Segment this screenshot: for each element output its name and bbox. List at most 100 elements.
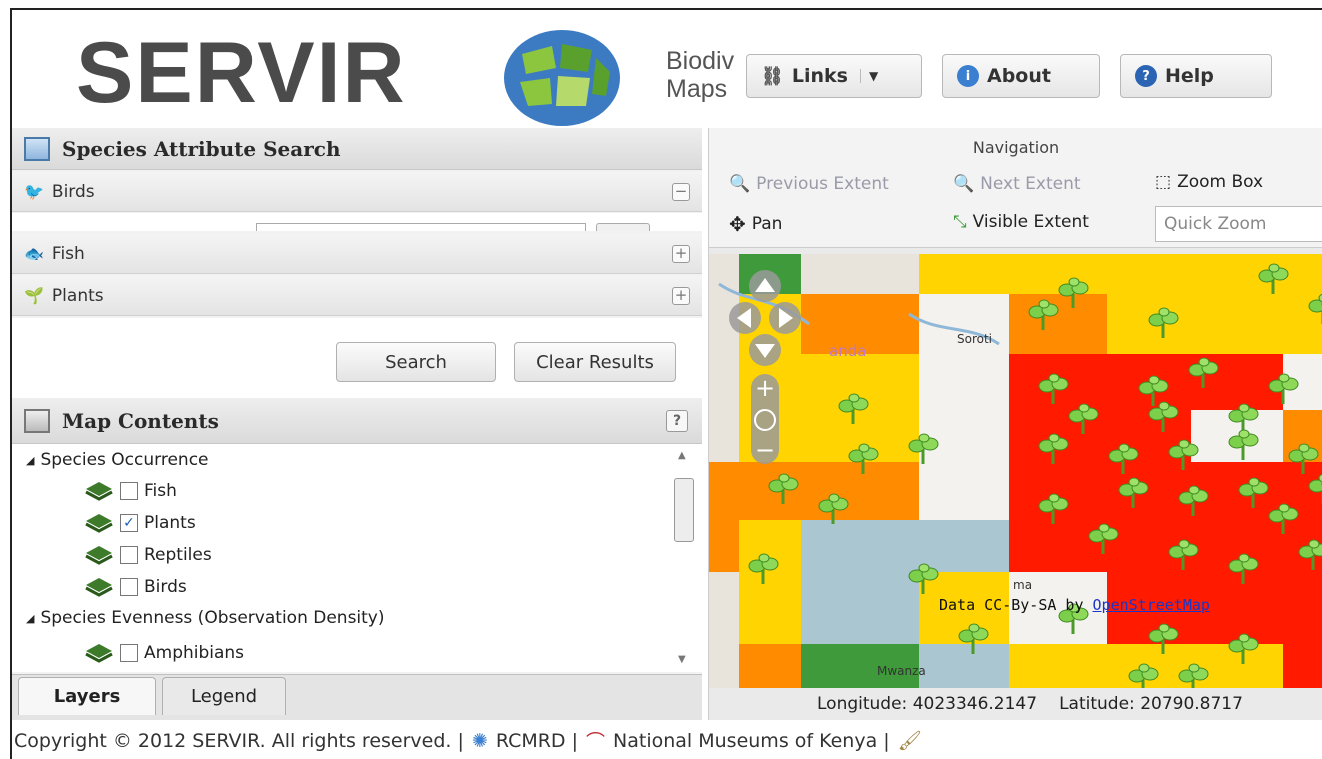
scroll-up-icon[interactable]: ▲ xyxy=(678,450,686,461)
expand-icon[interactable]: + xyxy=(672,286,690,305)
navigation-toolbar: Navigation 🔍 Previous Extent 🔍 Next Exte… xyxy=(709,128,1322,248)
layer-plants[interactable]: ✓ Plants xyxy=(84,512,196,534)
plant-icon: 🌱 xyxy=(24,286,44,305)
map-grid-cell xyxy=(801,520,919,572)
scroll-down-icon[interactable]: ▼ xyxy=(678,654,686,665)
layer-fish[interactable]: Fish xyxy=(84,480,177,502)
layer-amphibians[interactable]: Amphibians xyxy=(84,642,244,664)
layer-checkbox-checked[interactable]: ✓ xyxy=(120,514,138,532)
globe-logo-icon xyxy=(504,30,620,126)
pan-up-icon[interactable] xyxy=(729,268,801,302)
pan-button[interactable]: ✥ Pan xyxy=(729,212,782,236)
species-search-title: Species Attribute Search xyxy=(62,136,341,161)
layer-checkbox[interactable] xyxy=(120,578,138,596)
openstreetmap-link[interactable]: OpenStreetMap xyxy=(1093,596,1210,614)
pan-left-icon[interactable] xyxy=(729,302,765,336)
expand-icon[interactable]: + xyxy=(672,244,690,263)
layer-checkbox[interactable] xyxy=(120,546,138,564)
latitude-label: Latitude: xyxy=(1059,694,1135,714)
about-button[interactable]: i About xyxy=(942,54,1100,98)
map-grid-cell xyxy=(919,254,1009,294)
search-panel-icon xyxy=(24,136,50,161)
footer: Copyright © 2012 SERVIR. All rights rese… xyxy=(12,722,1322,759)
map-grid-cell xyxy=(919,410,1009,462)
previous-extent-icon: 🔍 xyxy=(729,174,751,194)
scrollbar-thumb[interactable] xyxy=(674,478,694,542)
accordion-birds[interactable]: 🐦 Birds − xyxy=(12,172,702,212)
map-grid-cell xyxy=(739,644,801,688)
help-label: Help xyxy=(1165,65,1214,87)
map-grid-cell xyxy=(1107,294,1191,354)
collapse-arrow-icon: ◢ xyxy=(26,453,35,467)
map-grid-cell xyxy=(801,254,919,294)
panel-tabs: Layers Legend xyxy=(12,674,702,720)
header: SERVIR Biodiv Maps ⛓ Links ▼ i About ? H… xyxy=(12,10,1322,128)
map-grid-cell xyxy=(1107,644,1191,688)
pan-down-icon[interactable] xyxy=(729,336,801,370)
left-panel: Species Attribute Search 🐦 Birds − 🐟 Fis… xyxy=(12,128,702,720)
visible-extent-button[interactable]: ⤡ Visible Extent xyxy=(953,212,1089,232)
previous-extent-button[interactable]: 🔍 Previous Extent xyxy=(729,174,889,194)
map-grid-cell xyxy=(1283,254,1322,294)
layer-checkbox[interactable] xyxy=(120,644,138,662)
species-search-header: Species Attribute Search xyxy=(12,128,702,170)
info-icon: i xyxy=(957,65,979,87)
tree-group-evenness[interactable]: ◢ Species Evenness (Observation Density) xyxy=(26,608,385,628)
museums-logo-icon: ⌒ xyxy=(586,731,606,753)
longitude-readout: Longitude: 4023346.2147 xyxy=(817,694,1037,714)
globe-icon[interactable] xyxy=(751,410,779,430)
copyright-text: Copyright © 2012 SERVIR. All rights rese… xyxy=(14,729,464,752)
accordion-fish[interactable]: 🐟 Fish + xyxy=(12,234,702,274)
plants-label: Plants xyxy=(51,285,104,306)
question-icon: ? xyxy=(1135,65,1157,87)
bird-icon: 🐦 xyxy=(24,182,44,201)
zoom-out-icon[interactable] xyxy=(751,440,779,464)
map-grid-cell xyxy=(739,572,801,644)
map-grid-cell xyxy=(801,572,919,644)
map-contents-header: Map Contents ? xyxy=(12,398,702,444)
map-canvas[interactable]: Soroti anda Mwanza ma Data CC-By-SA by O… xyxy=(709,254,1322,688)
map-grid-cell xyxy=(1009,294,1107,354)
layer-label: Fish xyxy=(144,481,177,501)
help-icon[interactable]: ? xyxy=(666,409,688,432)
zoom-in-icon[interactable] xyxy=(751,374,779,400)
help-button[interactable]: ? Help xyxy=(1120,54,1272,98)
tab-legend[interactable]: Legend xyxy=(162,677,286,715)
quick-zoom-select[interactable]: Quick Zoom xyxy=(1155,206,1322,242)
tree-group-occurrence[interactable]: ◢ Species Occurrence xyxy=(26,450,209,470)
next-extent-button[interactable]: 🔍 Next Extent xyxy=(953,174,1081,194)
search-button[interactable]: Search xyxy=(336,342,496,382)
layer-stack-icon xyxy=(84,512,114,534)
map-grid-cell xyxy=(919,644,1009,688)
map-grid-cell xyxy=(919,462,1009,520)
pan-right-icon[interactable] xyxy=(765,302,801,336)
map-grid-cell xyxy=(919,354,1009,410)
map-label-soroti: Soroti xyxy=(957,332,993,346)
zoom-box-button[interactable]: ⬚ Zoom Box xyxy=(1155,172,1263,192)
museums-link[interactable]: National Museums of Kenya | xyxy=(613,730,890,752)
attribution-text: Data CC-By-SA by xyxy=(939,596,1084,614)
tab-layers[interactable]: Layers xyxy=(18,677,156,715)
layer-birds[interactable]: Birds xyxy=(84,576,187,598)
layer-tree-scrollbar[interactable]: ▲ ▼ xyxy=(668,444,696,672)
layer-checkbox[interactable] xyxy=(120,482,138,500)
birds-label: Birds xyxy=(51,181,95,202)
birds-search-input[interactable] xyxy=(256,223,586,231)
links-button[interactable]: ⛓ Links ▼ xyxy=(746,54,922,98)
search-actions: Search Clear Results xyxy=(12,318,702,398)
servir-logo-text: SERVIR xyxy=(76,25,407,121)
rcmrd-logo-icon: ✺ xyxy=(471,729,488,752)
map-grid-cell xyxy=(1283,572,1322,644)
map-contents-title: Map Contents xyxy=(62,408,219,433)
clear-results-button[interactable]: Clear Results xyxy=(514,342,676,382)
navigation-title: Navigation xyxy=(972,138,1060,157)
map-grid-cell xyxy=(1283,644,1322,688)
birds-find-button[interactable] xyxy=(596,223,650,231)
accordion-plants[interactable]: 🌱 Plants + xyxy=(12,276,702,316)
collapse-icon[interactable]: − xyxy=(672,182,690,201)
rcmrd-link[interactable]: RCMRD | xyxy=(496,730,578,752)
chevron-down-icon[interactable]: ▼ xyxy=(859,69,878,83)
layer-reptiles[interactable]: Reptiles xyxy=(84,544,212,566)
map-grid-cell xyxy=(1009,462,1107,520)
fish-icon: 🐟 xyxy=(24,244,44,263)
